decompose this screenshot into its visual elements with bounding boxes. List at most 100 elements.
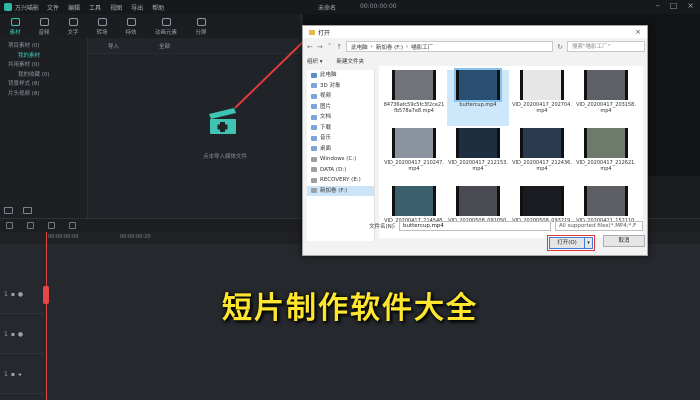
audio-icon <box>39 18 49 26</box>
video-thumbnail <box>584 128 628 158</box>
project-name: 未命名 <box>318 5 337 12</box>
folder-icon <box>311 125 317 131</box>
breadcrumb-item[interactable]: 新加卷 (F:) <box>376 43 403 51</box>
menu-export[interactable]: 导出 <box>131 3 143 12</box>
folder-icon <box>311 135 317 141</box>
import-dropdown[interactable]: 导入 <box>108 42 119 50</box>
redo-icon[interactable] <box>27 222 34 229</box>
file-item[interactable]: VID_20200417_212621.mp4 <box>575 128 637 184</box>
undo-icon[interactable] <box>6 222 13 229</box>
lock-icon[interactable]: ▪ <box>11 331 15 338</box>
nav-item[interactable]: 文档 <box>307 112 374 123</box>
tool-elements[interactable]: 动画元素 <box>149 18 183 38</box>
nav-item[interactable]: Windows (C:) <box>307 154 374 165</box>
nav-item[interactable]: RECOVERY (E:) <box>307 175 374 186</box>
filename-label: 文件名(N): <box>369 224 396 230</box>
menu-tools[interactable]: 工具 <box>89 3 101 12</box>
app-title: 万兴喵影 <box>15 4 40 12</box>
dialog-titlebar: 打开 × <box>303 26 647 38</box>
cancel-button[interactable]: 取消 <box>603 235 645 247</box>
library-item-shared[interactable]: 共用素材 (0) <box>0 61 87 71</box>
cut-icon[interactable] <box>69 222 76 229</box>
file-item[interactable]: VID_20200417_203158.mp4 <box>575 70 637 126</box>
nav-item[interactable]: 音乐 <box>307 133 374 144</box>
back-icon[interactable]: ← <box>307 43 313 51</box>
nav-item[interactable]: 此电脑 <box>307 70 374 81</box>
open-dropdown-icon[interactable]: ▾ <box>585 237 593 249</box>
nav-item-label: 下载 <box>320 124 332 131</box>
library-item-intros[interactable]: 片头视频 (8) <box>0 90 87 100</box>
new-folder-icon[interactable] <box>4 207 13 214</box>
delete-icon[interactable] <box>48 222 55 229</box>
menu-file[interactable]: 文件 <box>47 3 59 12</box>
address-row: ← → ˅ ↑ 此电脑 › 新加卷 (F:) › 喵影工厂 ↻ 搜索"喵影工厂" <box>307 40 645 53</box>
filetype-select[interactable]: All supported files(*.MP4;*.F <box>555 221 643 231</box>
drive-icon <box>311 167 317 173</box>
file-item[interactable]: 84736afc59c5fc3f2ce21fb578a7e8.mp4 <box>383 70 445 126</box>
media-area[interactable]: 点击导入媒体文件 <box>88 54 303 218</box>
chevron-right-icon: › <box>405 43 409 50</box>
search-input[interactable]: 搜索"喵影工厂" <box>567 41 645 52</box>
filter-dropdown[interactable]: 全部 <box>159 42 170 50</box>
close-icon[interactable]: × <box>687 1 694 10</box>
volume-icon[interactable]: ◂ <box>18 371 21 378</box>
nav-item[interactable]: 视频 <box>307 91 374 102</box>
refresh-icon[interactable]: ↻ <box>557 43 563 51</box>
window-controls: – □ × <box>656 1 694 10</box>
tool-splitscreen[interactable]: 分屏 <box>190 18 212 38</box>
maximize-icon[interactable]: □ <box>670 1 678 10</box>
breadcrumb-item[interactable]: 此电脑 <box>351 43 368 51</box>
forward-icon[interactable]: → <box>317 43 323 51</box>
tool-transition[interactable]: 转场 <box>91 18 113 38</box>
dialog-buttons: 打开(O) ▾ 取消 <box>547 235 645 251</box>
file-item[interactable]: VID_20200417_212436.mp4 <box>511 128 573 184</box>
folder-icon <box>311 83 317 89</box>
tool-effects[interactable]: 特效 <box>120 18 142 38</box>
tool-label: 动画元素 <box>154 30 177 36</box>
file-item[interactable]: VID_20200417_210247.mp4 <box>383 128 445 184</box>
eye-icon[interactable]: ● <box>18 331 23 338</box>
import-media-icon[interactable] <box>206 102 240 136</box>
open-folder-icon[interactable] <box>23 207 32 214</box>
nav-item[interactable]: DATA (D:) <box>307 165 374 176</box>
file-grid: 84736afc59c5fc3f2ce21fb578a7e8.mp4 butter… <box>379 66 643 238</box>
file-item[interactable]: buttercup.mp4 <box>447 68 509 126</box>
menu-view[interactable]: 视图 <box>110 3 122 12</box>
file-name: buttercup.mp4 <box>459 102 497 108</box>
menu-help[interactable]: 帮助 <box>152 3 164 12</box>
address-bar[interactable]: 此电脑 › 新加卷 (F:) › 喵影工厂 <box>346 41 554 52</box>
video-thumbnail <box>392 128 436 158</box>
nav-item[interactable]: 下载 <box>307 123 374 134</box>
video-thumbnail <box>456 128 500 158</box>
file-name: 84736afc59c5fc3f2ce21fb578a7e8.mp4 <box>383 102 445 114</box>
library-item-favorites[interactable]: 我的收藏 (0) <box>0 71 87 81</box>
library-item-my-media[interactable]: 我的素材 <box>0 52 87 62</box>
organize-button[interactable]: 组织 ▾ <box>307 57 323 65</box>
new-folder-button[interactable]: 新建文件夹 <box>337 57 365 65</box>
nav-item[interactable]: 新加卷 (F:) <box>307 185 374 196</box>
filename-input[interactable]: buttercup.mp4 <box>399 221 551 231</box>
breadcrumb-item[interactable]: 喵影工厂 <box>411 43 433 51</box>
lock-icon[interactable]: ▪ <box>11 371 15 378</box>
file-item[interactable]: VID_20200417_212153.mp4 <box>447 128 509 184</box>
close-icon[interactable]: × <box>635 28 641 36</box>
nav-item[interactable]: 3D 对象 <box>307 81 374 92</box>
library-item-backgrounds[interactable]: 背景样式 (8) <box>0 80 87 90</box>
menu-edit[interactable]: 编辑 <box>68 3 80 12</box>
video-thumbnail <box>456 186 500 216</box>
tool-media[interactable]: 素材 <box>4 18 26 38</box>
nav-item[interactable]: 桌面 <box>307 144 374 155</box>
minimize-icon[interactable]: – <box>656 1 660 10</box>
chevron-down-icon[interactable]: ˅ <box>327 43 333 51</box>
tool-text[interactable]: 文字 <box>62 18 84 38</box>
open-button[interactable]: 打开(O) <box>549 237 585 249</box>
ruler-start-label: 00:00:00:00 <box>48 234 79 240</box>
nav-item[interactable]: 图片 <box>307 102 374 113</box>
computer-icon <box>311 72 317 78</box>
library-item-project[interactable]: 项目素材 (0) <box>0 42 87 52</box>
tool-label: 特效 <box>125 30 137 36</box>
file-item[interactable]: VID_20200417_202704.mp4 <box>511 70 573 126</box>
up-icon[interactable]: ↑ <box>336 43 342 51</box>
tool-audio[interactable]: 音频 <box>33 18 55 38</box>
text-icon <box>68 18 78 26</box>
